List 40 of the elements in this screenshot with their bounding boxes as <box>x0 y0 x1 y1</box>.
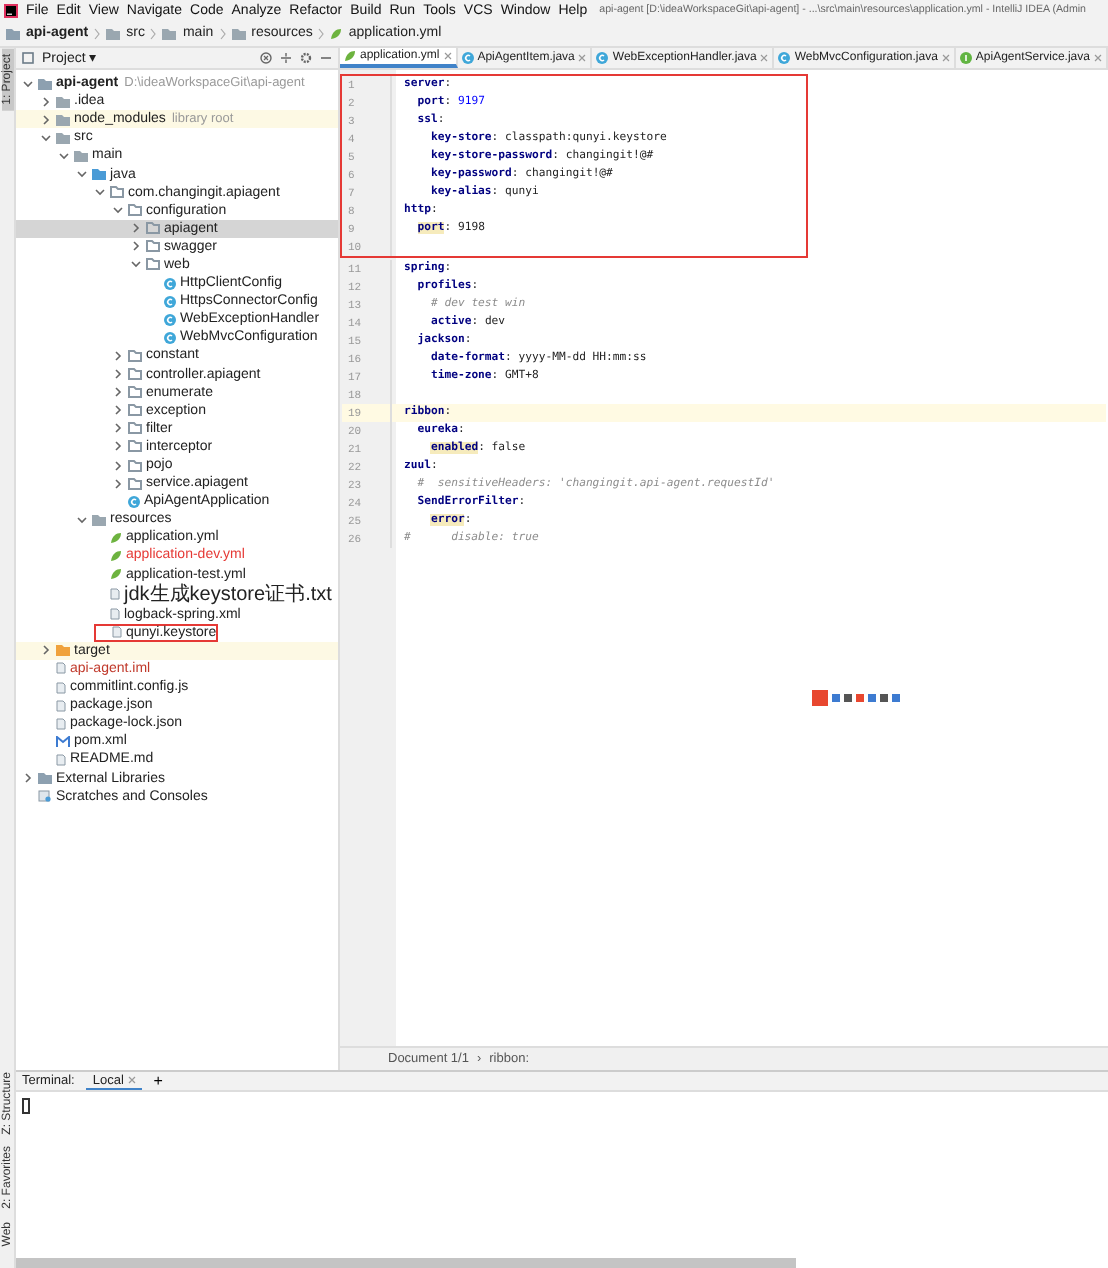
scratches-icon <box>38 790 52 803</box>
chevron-icon <box>318 27 325 39</box>
class-icon <box>164 277 176 290</box>
settings-icon[interactable] <box>300 52 312 64</box>
class-icon <box>461 52 474 64</box>
chevron-icon <box>94 27 101 39</box>
chevron-icon <box>150 27 157 39</box>
tree-item-label[interactable]: jdk生成keystore证书.txt <box>124 580 332 609</box>
folder-icon <box>6 27 20 39</box>
folder-icon <box>106 27 121 39</box>
folder-icon <box>56 644 70 657</box>
app-logo-icon <box>4 3 18 17</box>
collapse-icon[interactable] <box>280 52 292 64</box>
file-icon <box>56 753 66 766</box>
close-icon[interactable] <box>578 54 587 62</box>
tree-row[interactable]: jdk生成keystore证书.txt <box>16 583 338 606</box>
folder-icon <box>92 513 106 526</box>
close-icon[interactable] <box>760 54 769 62</box>
folder-icon <box>162 27 177 39</box>
folder-icon <box>38 772 52 785</box>
class-icon <box>596 52 609 64</box>
close-icon[interactable] <box>1093 54 1102 62</box>
close-icon[interactable] <box>941 54 950 62</box>
folder-icon <box>231 27 246 39</box>
maven-icon <box>56 735 70 748</box>
locate-icon[interactable] <box>260 52 272 64</box>
class-icon <box>164 295 176 308</box>
close-icon[interactable] <box>443 52 452 60</box>
class-icon <box>128 495 140 508</box>
class-icon <box>164 313 176 326</box>
close-icon[interactable] <box>127 1075 136 1083</box>
class-icon <box>778 52 791 64</box>
terminal-cursor <box>22 1098 30 1114</box>
new-terminal-button[interactable]: + <box>153 1073 163 1089</box>
chevron-icon <box>219 27 226 39</box>
panel-icon <box>22 52 34 64</box>
interface-icon <box>959 52 972 64</box>
class-icon <box>164 331 176 344</box>
scrollbar-thumb[interactable] <box>16 1258 796 1268</box>
minimize-icon[interactable] <box>320 52 332 64</box>
